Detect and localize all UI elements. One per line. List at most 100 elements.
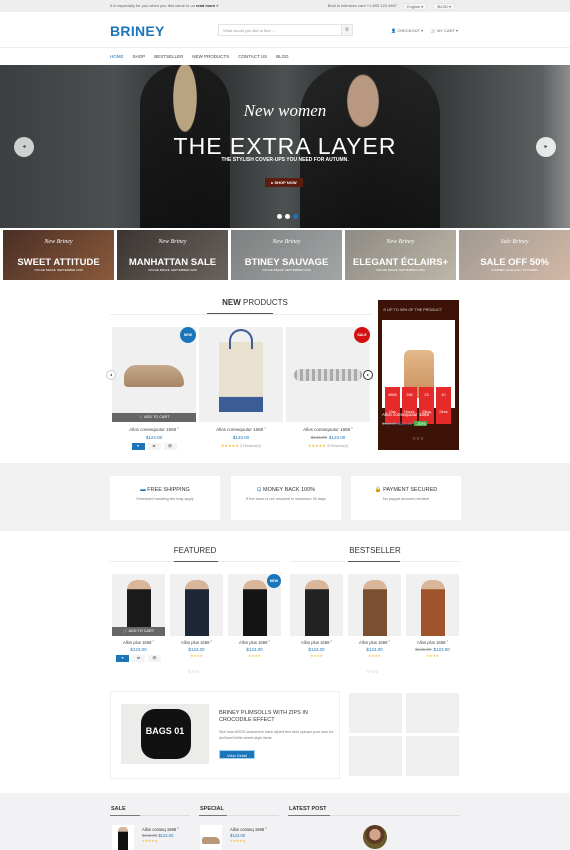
bottom-section: SALE SPECIAL LATEST POST Allos conseq 16… [0, 793, 570, 850]
nav-new-products[interactable]: NEW PRODUCTS [192, 54, 229, 59]
product-image[interactable] [290, 574, 343, 636]
deal-image[interactable]: 9865 Day 268 Hours 23 Mins 10 Secs [382, 320, 455, 424]
mini-product-sunglasses[interactable] [406, 693, 459, 733]
special-title: SPECIAL [200, 806, 224, 812]
product-name[interactable]: Allos plus 1668 ˚ [406, 640, 459, 645]
product-name[interactable]: Allos consequutur 1668 ˚ [199, 427, 283, 432]
bestseller-dots[interactable]: ○○○ [367, 669, 379, 675]
banner-2[interactable]: New Briney MANHATTAN SALE VOGUE BRAZIL SEP… [117, 230, 228, 280]
nav-home[interactable]: HOME [110, 54, 124, 59]
bestseller-product-card[interactable]: Allos plus 1668 ˚ $145.00 $123.00 ★★★★ [406, 574, 459, 658]
wishlist-button[interactable]: ♥ [116, 655, 129, 662]
rating-stars: ★★★★★ [307, 443, 326, 448]
cart-link[interactable]: 🛒 MY CART ▾ [431, 28, 458, 33]
product-name[interactable]: Allos consequutur 1668 ˚ [286, 427, 370, 432]
add-to-cart-button[interactable]: 🛒 ADD TO CART [112, 627, 165, 636]
deal-dots[interactable]: ○○○ [378, 436, 459, 442]
quickview-button[interactable]: 👁 [163, 443, 177, 450]
product-image[interactable] [170, 574, 223, 636]
product-name[interactable]: Allos consequutur 1668 ˚ [112, 427, 196, 432]
product-name[interactable]: Allos plus 1668 ˚ [348, 640, 401, 645]
banner-sub: SUMMER SALE ONLY IN TOWER [491, 268, 538, 272]
hero-subtitle: THE STYLISH COVER-UPS YOU NEED FOR AUTUM… [221, 157, 349, 163]
search-icon[interactable]: ⚲ [341, 25, 352, 35]
review-count[interactable]: 3 Review(s) [327, 443, 348, 448]
product-card[interactable]: NEW 🛒 ADD TO CART Allos consequutur 1668 ˚… [112, 327, 196, 450]
shop-now-button[interactable]: ▸ SHOP NOW [265, 178, 303, 187]
wishlist-button[interactable]: ♥ [131, 443, 145, 450]
slider-prev-arrow[interactable]: ◂ [14, 137, 34, 157]
money-back-icon: ⊡ [256, 487, 262, 493]
new-price: $123.00 [246, 647, 263, 652]
currency-select[interactable]: $USD ▾ [433, 3, 455, 10]
deal-of-day: ⊙ UP TO 30% OF THE PRODUCT 9865 Day 268 Hou… [378, 300, 459, 450]
deal-product-name[interactable]: Allos consequutur 1668 ˚ [382, 412, 432, 417]
policy-desc: Oversized handling fee may apply [136, 497, 194, 501]
view-detail-button[interactable]: View Detail [219, 750, 255, 759]
countdown-secs: 10 Secs [436, 387, 451, 424]
product-name[interactable]: Allos plus 1668 ˚ [112, 640, 165, 645]
products-next-arrow[interactable]: ▸ [363, 370, 373, 380]
mini-product-sneaker[interactable] [406, 736, 459, 776]
product-price: $123.00 [199, 435, 283, 440]
policy-title: ⊡ MONEY BACK 100% [231, 487, 341, 493]
banner-1[interactable]: New Briney SWEET ATTITUDE VOGUE BRAZIL SEP… [3, 230, 114, 280]
nav-shop[interactable]: SHOP [133, 54, 146, 59]
product-rating: ★★★★★ 3 Review(s) [199, 443, 283, 448]
featured-product-card[interactable]: Allos plus 1668 ˚ $123.00 ★★★★ [170, 574, 223, 658]
model-figure [305, 580, 329, 636]
product-image[interactable]: 🛒 ADD TO CART [112, 574, 165, 636]
slider-dot-active[interactable] [293, 214, 298, 219]
compare-button[interactable]: ⇄ [132, 655, 145, 662]
support-phone: Best in intensive care +1.800 123 4567 [327, 3, 397, 8]
new-price: $123.00 [433, 647, 450, 652]
mini-product-purse[interactable] [349, 736, 402, 776]
review-count[interactable]: 3 Review(s) [240, 443, 261, 448]
banner-3[interactable]: New Briney BTINEY SAUVAGE VOGUE BRAZIL SEP… [231, 230, 342, 280]
featured-product-card[interactable]: Allos plus 1668 ˚ $123.00 ★★★★ [290, 574, 343, 658]
nav-blog[interactable]: BLOG [276, 54, 289, 59]
product-card[interactable]: SALE Allos consequutur 1668 ˚ $145.00 $123.… [286, 327, 370, 448]
product-image[interactable]: NEW 🛒 ADD TO CART [112, 327, 196, 422]
product-price: $123.00 [112, 647, 165, 652]
language-select[interactable]: English ▾ [402, 3, 428, 10]
product-image[interactable] [406, 574, 459, 636]
product-image[interactable]: SALE [286, 327, 370, 422]
featured-dots[interactable]: ○○○ [188, 669, 200, 675]
banner-5[interactable]: Sale Briney SALE OFF 50% SUMMER SALE ONLY … [459, 230, 570, 280]
product-name[interactable]: Allos plus 1668 ˚ [170, 640, 223, 645]
add-to-cart-button[interactable]: 🛒 ADD TO CART [112, 413, 196, 422]
read-more-link[interactable]: read more » [196, 3, 219, 8]
featured-product-card[interactable]: 🛒 ADD TO CART Allos plus 1668 ˚ $123.00 ♥ ⇄ 👁 [112, 574, 165, 662]
logo[interactable]: BRINEY [110, 23, 165, 39]
banner-4[interactable]: New Briney ELEGANT ÉCLAIRS+ VOGUE BRAZIL S… [345, 230, 456, 280]
slider-next-arrow[interactable]: ▸ [536, 137, 556, 157]
product-card[interactable]: Allos consequutur 1668 ˚ $123.00 ★★★★★ 3 R… [199, 327, 283, 448]
promo-image[interactable]: BAGS 01 [121, 704, 209, 764]
compare-button[interactable]: ⇄ [147, 443, 161, 450]
user-icon: 👤 [391, 28, 397, 33]
nav-bestseller[interactable]: BESTSELLER [154, 54, 183, 59]
model-figure [185, 580, 209, 636]
bestseller-product-card[interactable]: Allos plus 1668 ˚ $123.00 ★★★★ [348, 574, 401, 658]
search-bar: What would you like to find ... ⚲ [218, 24, 353, 36]
product-name[interactable]: Allos plus 1668 ˚ [228, 640, 281, 645]
post-avatar[interactable] [363, 825, 387, 849]
product-image[interactable]: NEW [228, 574, 281, 636]
products-prev-arrow[interactable]: ◂ [106, 370, 116, 380]
nav-contact-us[interactable]: CONTACT US [238, 54, 267, 59]
slider-dot[interactable] [277, 214, 282, 219]
featured-product-card[interactable]: NEW Allos plus 1668 ˚ $123.00 ★★★★ [228, 574, 281, 658]
mini-product-scarf[interactable] [349, 693, 402, 733]
special-thumb [200, 825, 222, 850]
search-input[interactable]: What would you like to find ... [219, 25, 341, 35]
new-products-title: NEW PRODUCTS [110, 298, 400, 307]
product-image[interactable] [348, 574, 401, 636]
sale-title: SALE [111, 806, 126, 812]
checkout-link[interactable]: 👤 CHECKOUT ▾ [391, 28, 423, 33]
slider-dot[interactable] [285, 214, 290, 219]
product-badge: NEW [267, 574, 281, 588]
quickview-button[interactable]: 👁 [148, 655, 161, 662]
product-image[interactable] [199, 327, 283, 422]
product-name[interactable]: Allos plus 1668 ˚ [290, 640, 343, 645]
